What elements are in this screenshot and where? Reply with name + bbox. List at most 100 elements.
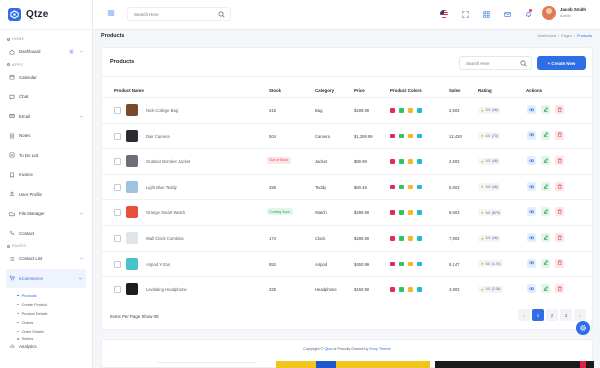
next-page-button[interactable]: ›	[574, 309, 586, 321]
sidebar-item-todo[interactable]: To Do List	[0, 146, 92, 166]
edit-button[interactable]	[541, 105, 550, 114]
sidebar-item-contact[interactable]: Contact	[0, 224, 92, 244]
color-swatch[interactable]	[408, 159, 413, 164]
view-button[interactable]	[527, 233, 536, 242]
color-swatch[interactable]	[390, 184, 395, 190]
row-checkbox[interactable]	[114, 158, 121, 166]
sidebar-item-analytics[interactable]: Analytics	[0, 342, 92, 350]
column-header[interactable]: Stock	[269, 88, 281, 93]
apps-button[interactable]	[481, 9, 491, 19]
view-button[interactable]	[527, 258, 536, 268]
delete-button[interactable]	[555, 207, 564, 217]
menu-icon[interactable]	[107, 9, 115, 17]
avatar[interactable]	[542, 6, 556, 20]
color-swatch[interactable]	[417, 287, 422, 292]
color-swatch[interactable]	[390, 159, 395, 164]
delete-button[interactable]	[555, 130, 564, 140]
row-checkbox[interactable]	[114, 107, 121, 114]
color-swatch[interactable]	[408, 261, 413, 267]
color-swatch[interactable]	[417, 261, 422, 267]
color-swatch[interactable]	[399, 108, 404, 113]
view-button[interactable]	[527, 284, 536, 294]
items-per-page[interactable]: Items Per Page Show 08	[110, 314, 159, 319]
color-swatch[interactable]	[417, 184, 422, 190]
messages-button[interactable]	[502, 9, 512, 19]
product-name[interactable]: Nick College Bag	[146, 108, 178, 113]
color-swatch[interactable]	[417, 210, 422, 215]
view-button[interactable]	[527, 181, 536, 191]
create-new-button[interactable]: + Create New	[537, 56, 586, 70]
view-button[interactable]	[527, 207, 536, 217]
color-swatch[interactable]	[399, 261, 404, 267]
product-name[interactable]: Airpod Y-Zon	[146, 262, 170, 267]
notifications-button[interactable]	[523, 9, 533, 19]
sidebar-item-dashboard[interactable]: Dashboard 6	[0, 42, 92, 62]
row-checkbox[interactable]	[114, 260, 121, 268]
view-button[interactable]	[527, 130, 536, 140]
color-swatch[interactable]	[408, 108, 413, 113]
sidebar-item-user-profile[interactable]: User Profile	[0, 185, 92, 205]
delete-button[interactable]	[555, 181, 564, 191]
fullscreen-button[interactable]	[460, 9, 470, 19]
sub-item-product-details[interactable]: Product Details	[0, 309, 92, 318]
delete-button[interactable]	[555, 284, 564, 294]
color-swatch[interactable]	[390, 287, 395, 292]
sidebar-item-invoice[interactable]: Invoice	[0, 165, 92, 185]
language-button[interactable]	[439, 9, 449, 19]
color-swatch[interactable]	[417, 159, 422, 164]
product-name[interactable]: Outdoor Bomber Jacket	[146, 159, 190, 164]
user-name[interactable]: Jacob Smith	[560, 7, 586, 12]
color-swatch[interactable]	[399, 133, 404, 139]
delete-button[interactable]	[555, 258, 564, 268]
product-name[interactable]: Dair Camera	[146, 134, 170, 139]
color-swatch[interactable]	[390, 108, 395, 113]
color-swatch[interactable]	[399, 210, 404, 215]
search-input[interactable]	[134, 11, 214, 18]
row-checkbox[interactable]	[114, 235, 121, 242]
delete-button[interactable]	[555, 156, 564, 166]
products-search-input[interactable]	[466, 60, 521, 67]
row-checkbox[interactable]	[114, 209, 121, 217]
edit-button[interactable]	[541, 156, 550, 166]
product-name[interactable]: Levitating Headphone	[146, 287, 187, 292]
view-button[interactable]	[527, 105, 536, 114]
sub-item-orders[interactable]: Orders	[0, 318, 92, 327]
color-swatch[interactable]	[408, 133, 413, 139]
sidebar-item-contact-list[interactable]: Contact List	[0, 249, 92, 269]
column-header[interactable]: Category	[315, 88, 334, 93]
prev-page-button[interactable]: ‹	[518, 309, 530, 321]
sidebar-item-calendar[interactable]: Calendar	[0, 68, 92, 88]
edit-button[interactable]	[541, 233, 550, 242]
delete-button[interactable]	[555, 105, 564, 114]
color-swatch[interactable]	[408, 184, 413, 190]
sub-item-order-details[interactable]: Order Details	[0, 327, 92, 336]
color-swatch[interactable]	[390, 261, 395, 267]
color-swatch[interactable]	[390, 133, 395, 139]
brand[interactable]: Qtze	[0, 0, 92, 30]
delete-button[interactable]	[555, 233, 564, 242]
color-swatch[interactable]	[399, 287, 404, 292]
column-header[interactable]: Rating	[478, 88, 492, 93]
edit-button[interactable]	[541, 284, 550, 294]
sidebar-item-email[interactable]: Email	[0, 107, 92, 127]
product-name[interactable]: Wall Clock Combina	[146, 236, 184, 241]
row-checkbox[interactable]	[114, 132, 121, 140]
sub-item-products[interactable]: Products	[0, 291, 92, 300]
edit-button[interactable]	[541, 258, 550, 268]
row-checkbox[interactable]	[114, 286, 121, 294]
sidebar-item-ecommerce[interactable]: eCommerce	[6, 268, 86, 288]
footer-brand-link[interactable]: Qtze	[324, 347, 332, 351]
edit-button[interactable]	[541, 130, 550, 140]
edit-button[interactable]	[541, 207, 550, 217]
color-swatch[interactable]	[408, 287, 413, 292]
color-swatch[interactable]	[417, 108, 422, 113]
column-header[interactable]: Price	[354, 88, 365, 93]
color-swatch[interactable]	[390, 236, 395, 241]
breadcrumb-pages[interactable]: Pages	[561, 34, 572, 38]
search-icon[interactable]	[520, 60, 527, 67]
sidebar-item-chat[interactable]: Chat	[0, 87, 92, 107]
color-swatch[interactable]	[417, 133, 422, 139]
product-name[interactable]: Orange Smart Watch	[146, 210, 185, 215]
view-button[interactable]	[527, 156, 536, 166]
search-icon[interactable]	[218, 11, 225, 18]
